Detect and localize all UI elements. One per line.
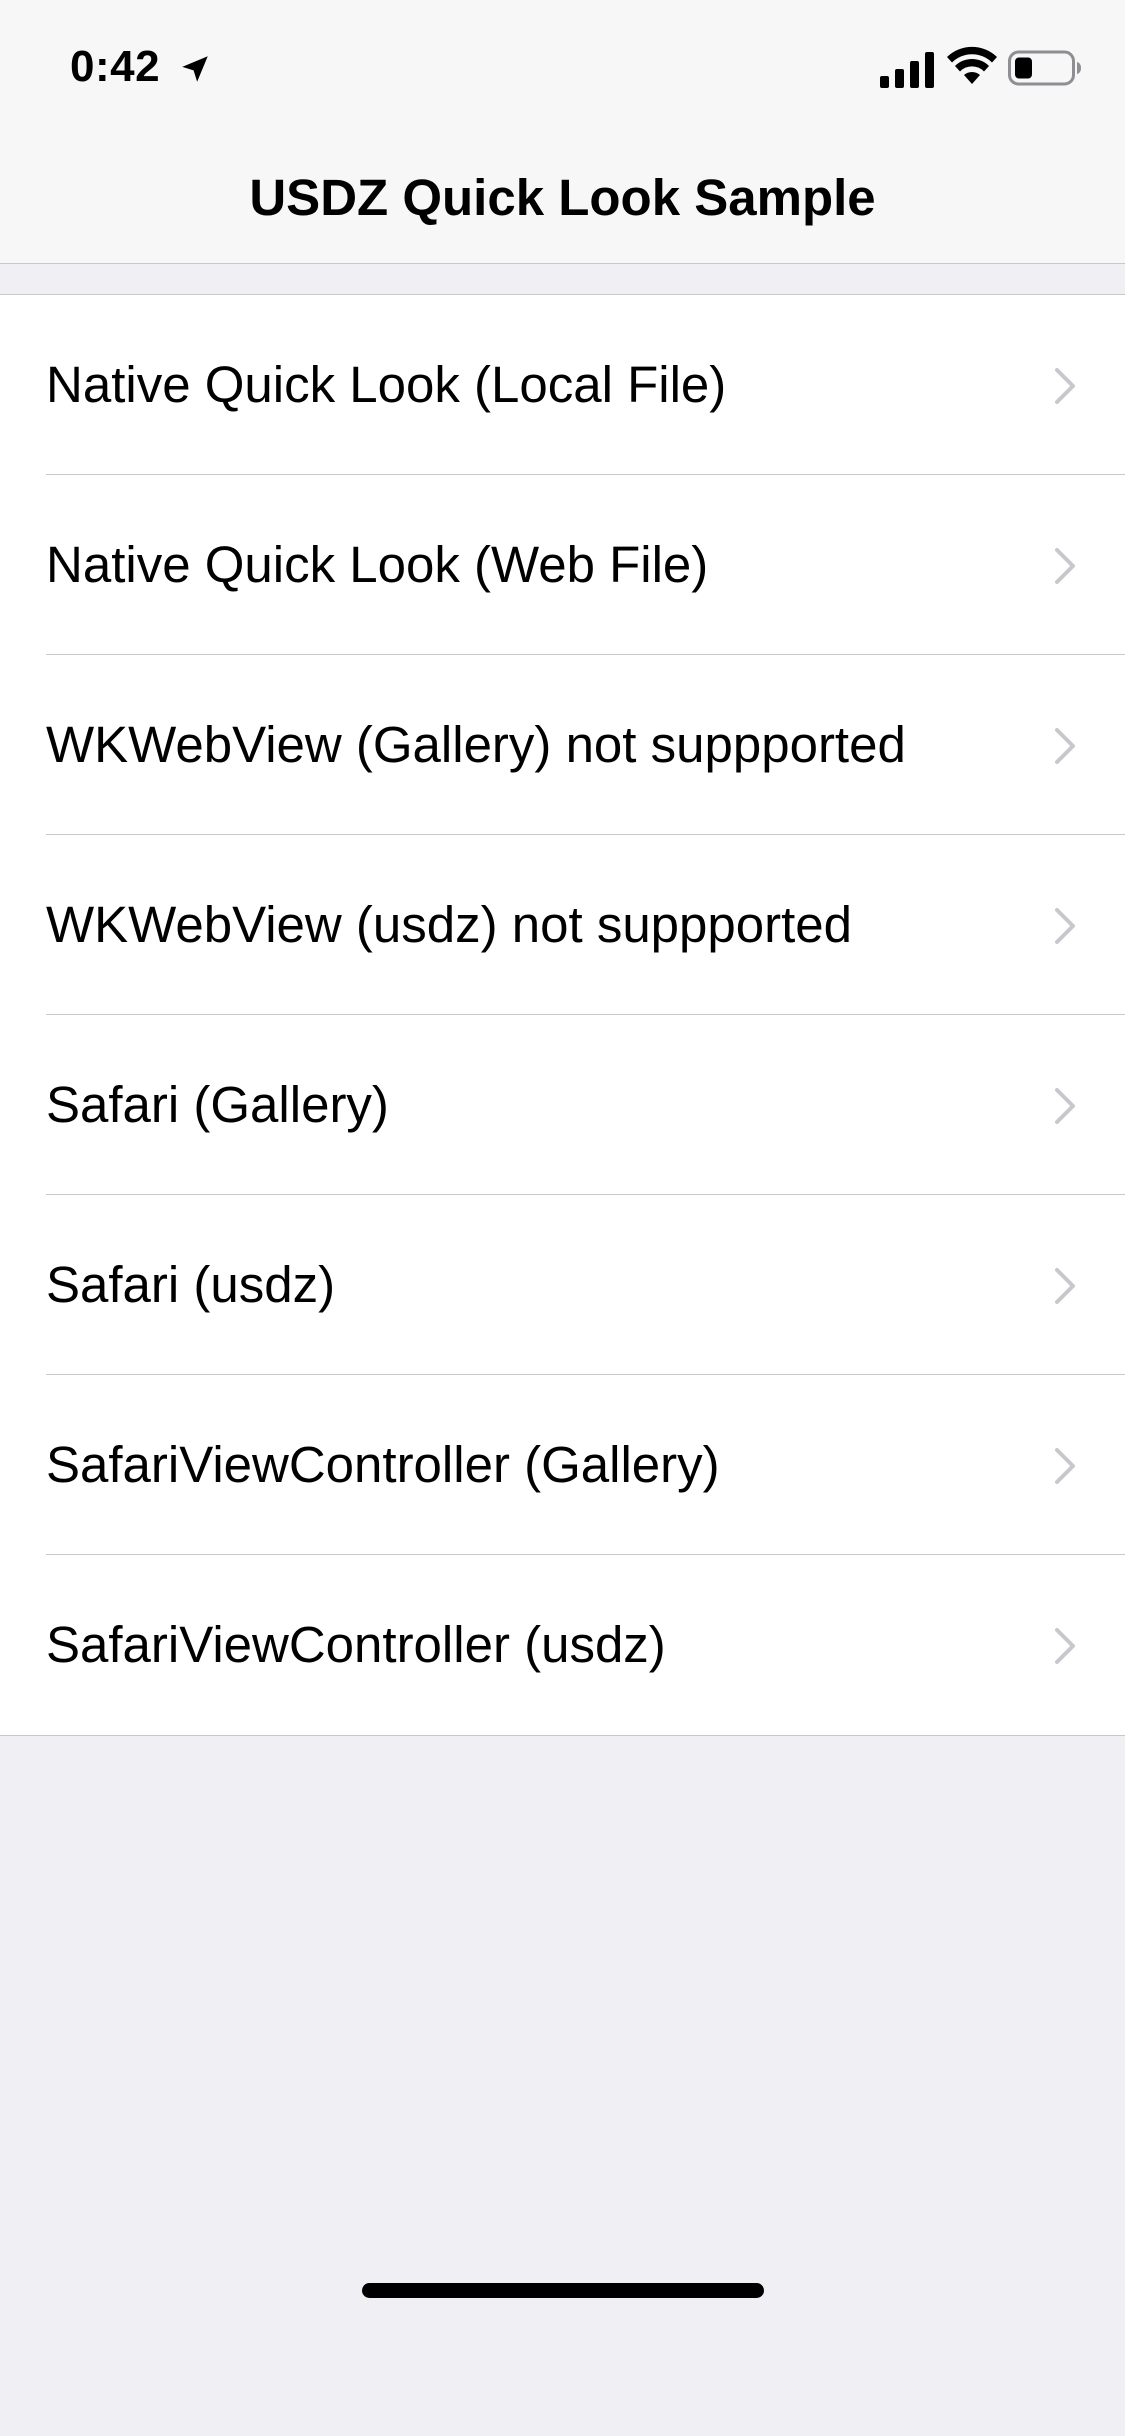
page-title: USDZ Quick Look Sample <box>249 169 876 226</box>
menu-list: Native Quick Look (Local File) Native Qu… <box>0 294 1125 1736</box>
status-time: 0:42 <box>70 42 161 91</box>
list-item-label: WKWebView (Gallery) not suppported <box>46 716 906 773</box>
wifi-icon <box>947 46 997 84</box>
chevron-right-icon <box>1055 908 1075 944</box>
navigation-bar: USDZ Quick Look Sample <box>0 132 1125 264</box>
list-item-wkwebview-usdz[interactable]: WKWebView (usdz) not suppported <box>0 835 1125 1015</box>
chevron-right-icon <box>1055 1448 1075 1484</box>
home-indicator[interactable] <box>362 2283 764 2298</box>
chevron-right-icon <box>1055 548 1075 584</box>
chevron-right-icon <box>1055 368 1075 404</box>
list-item-native-quick-look-web[interactable]: Native Quick Look (Web File) <box>0 475 1125 655</box>
list-item-safariviewcontroller-gallery[interactable]: SafariViewController (Gallery) <box>0 1375 1125 1555</box>
chevron-right-icon <box>1055 1088 1075 1124</box>
list-item-safariviewcontroller-usdz[interactable]: SafariViewController (usdz) <box>0 1555 1125 1735</box>
location-arrow-icon <box>182 56 208 82</box>
chevron-right-icon <box>1055 728 1075 764</box>
list-item-wkwebview-gallery[interactable]: WKWebView (Gallery) not suppported <box>0 655 1125 835</box>
chevron-right-icon <box>1055 1268 1075 1304</box>
list-item-label: Safari (usdz) <box>46 1256 336 1313</box>
list-item-safari-gallery[interactable]: Safari (Gallery) <box>0 1015 1125 1195</box>
status-bar: 0:42 <box>0 0 1125 132</box>
list-item-label: Native Quick Look (Web File) <box>46 536 709 593</box>
chevron-right-icon <box>1055 1628 1075 1664</box>
list-item-native-quick-look-local[interactable]: Native Quick Look (Local File) <box>0 295 1125 475</box>
battery-icon <box>1008 50 1081 86</box>
list-item-safari-usdz[interactable]: Safari (usdz) <box>0 1195 1125 1375</box>
list-item-label: Safari (Gallery) <box>46 1076 389 1133</box>
list-item-label: WKWebView (usdz) not suppported <box>46 896 853 953</box>
list-item-label: Native Quick Look (Local File) <box>46 356 727 413</box>
cellular-signal-icon <box>880 52 934 88</box>
list-item-label: SafariViewController (usdz) <box>46 1616 666 1673</box>
list-item-label: SafariViewController (Gallery) <box>46 1436 720 1493</box>
